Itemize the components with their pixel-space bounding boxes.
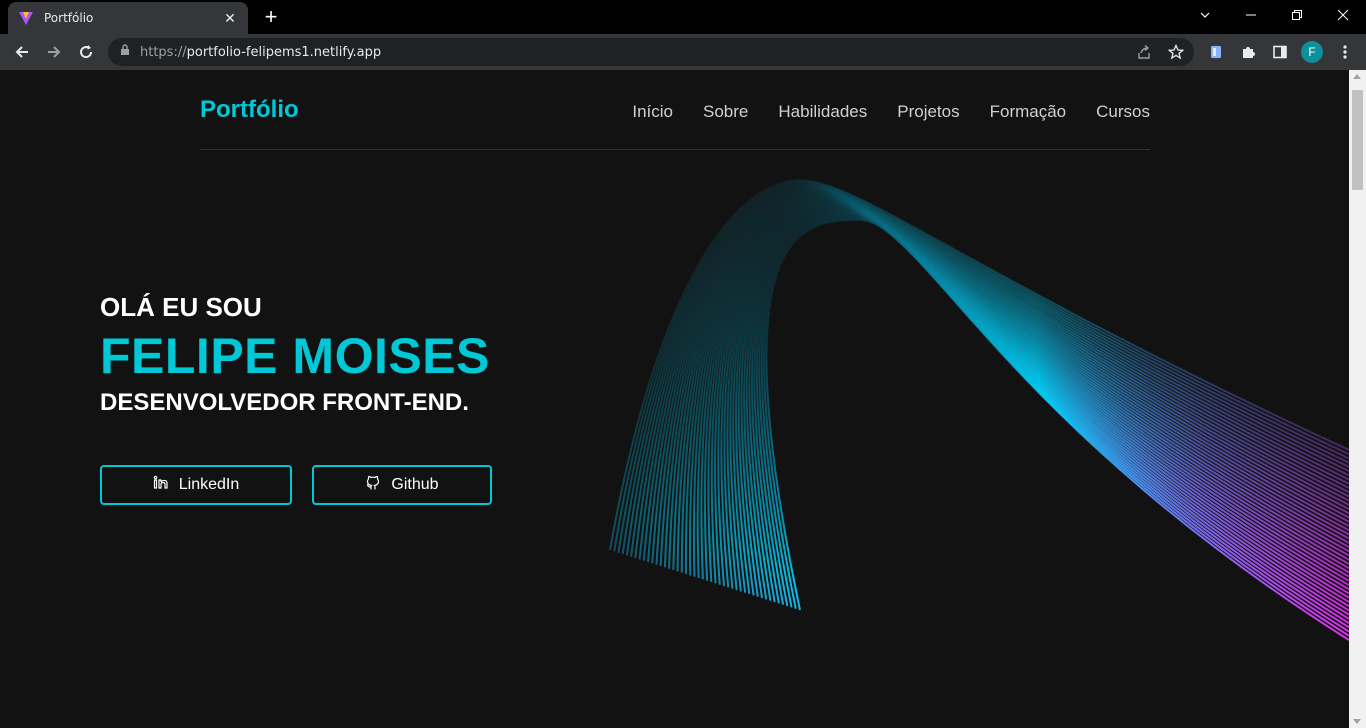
linkedin-button-label: LinkedIn bbox=[178, 476, 240, 493]
wave-line bbox=[707, 200, 1349, 583]
url-text: https://portfolio-felipems1.netlify.app bbox=[140, 44, 382, 60]
wave-line bbox=[745, 211, 1349, 608]
wave-line bbox=[703, 199, 1349, 581]
github-button[interactable]: Github bbox=[312, 465, 492, 505]
vite-favicon-icon bbox=[18, 10, 34, 26]
hero-name: FELIPE MOISES bbox=[100, 328, 490, 384]
wave-lines-decoration bbox=[609, 178, 1349, 641]
hero-section: OLÁ EU SOU FELIPE MOISES DESENVOLVEDOR F… bbox=[100, 292, 490, 417]
side-panel-icon[interactable] bbox=[1268, 40, 1292, 64]
lock-icon bbox=[120, 43, 130, 61]
browser-toolbar: https://portfolio-felipems1.netlify.app … bbox=[0, 34, 1366, 70]
page-viewport: Portfólio Início Sobre Habilidades Proje… bbox=[0, 70, 1349, 728]
extension-icon[interactable] bbox=[1204, 40, 1228, 64]
browser-tab[interactable]: Portfólio ✕ bbox=[8, 2, 248, 34]
scroll-down-arrow-icon[interactable] bbox=[1353, 719, 1361, 724]
minimize-button[interactable] bbox=[1228, 0, 1274, 30]
restore-button[interactable] bbox=[1274, 0, 1320, 30]
forward-button[interactable] bbox=[40, 38, 68, 66]
reload-button[interactable] bbox=[72, 38, 100, 66]
page-scrollbar[interactable] bbox=[1349, 70, 1366, 728]
profile-avatar[interactable]: F bbox=[1301, 41, 1323, 63]
browser-tabbar: Portfólio ✕ + bbox=[0, 0, 1366, 34]
menu-kebab-icon[interactable] bbox=[1333, 40, 1357, 64]
wave-line bbox=[740, 210, 1349, 599]
address-bar[interactable]: https://portfolio-felipems1.netlify.app bbox=[108, 38, 1194, 66]
new-tab-button[interactable]: + bbox=[258, 4, 284, 30]
linkedin-icon bbox=[153, 475, 169, 496]
nav-link-projetos[interactable]: Projetos bbox=[897, 102, 959, 122]
wave-line bbox=[717, 202, 1349, 587]
nav-link-sobre[interactable]: Sobre bbox=[703, 102, 748, 122]
wave-line bbox=[692, 196, 1349, 577]
hero-greeting: OLÁ EU SOU bbox=[100, 292, 262, 322]
wave-line bbox=[720, 203, 1349, 588]
hero-role: DESENVOLVEDOR FRONT-END. bbox=[100, 389, 469, 416]
tab-close-icon[interactable]: ✕ bbox=[222, 10, 238, 27]
bookmark-star-icon[interactable] bbox=[1166, 42, 1186, 62]
main-nav: Início Sobre Habilidades Projetos Formaç… bbox=[632, 102, 1150, 122]
wave-line bbox=[732, 207, 1349, 593]
extensions-puzzle-icon[interactable] bbox=[1236, 40, 1260, 64]
wave-line bbox=[729, 206, 1349, 592]
close-window-button[interactable] bbox=[1320, 0, 1366, 30]
wave-line bbox=[737, 209, 1349, 596]
tab-search-icon[interactable] bbox=[1182, 0, 1228, 30]
social-buttons: LinkedIn Github bbox=[100, 465, 492, 505]
back-button[interactable] bbox=[8, 38, 36, 66]
wave-line bbox=[689, 195, 1349, 576]
scroll-up-arrow-icon[interactable] bbox=[1353, 74, 1361, 79]
github-icon bbox=[365, 475, 381, 496]
nav-link-habilidades[interactable]: Habilidades bbox=[778, 102, 867, 122]
nav-link-inicio[interactable]: Início bbox=[632, 102, 673, 122]
scrollbar-thumb[interactable] bbox=[1352, 90, 1363, 190]
github-button-label: Github bbox=[391, 476, 439, 493]
share-icon[interactable] bbox=[1134, 42, 1154, 62]
site-logo[interactable]: Portfólio bbox=[200, 96, 299, 124]
nav-link-cursos[interactable]: Cursos bbox=[1096, 102, 1150, 122]
tab-title: Portfólio bbox=[44, 11, 94, 25]
linkedin-button[interactable]: LinkedIn bbox=[100, 465, 292, 505]
nav-link-formacao[interactable]: Formação bbox=[990, 102, 1067, 122]
site-header: Portfólio Início Sobre Habilidades Proje… bbox=[200, 70, 1150, 150]
